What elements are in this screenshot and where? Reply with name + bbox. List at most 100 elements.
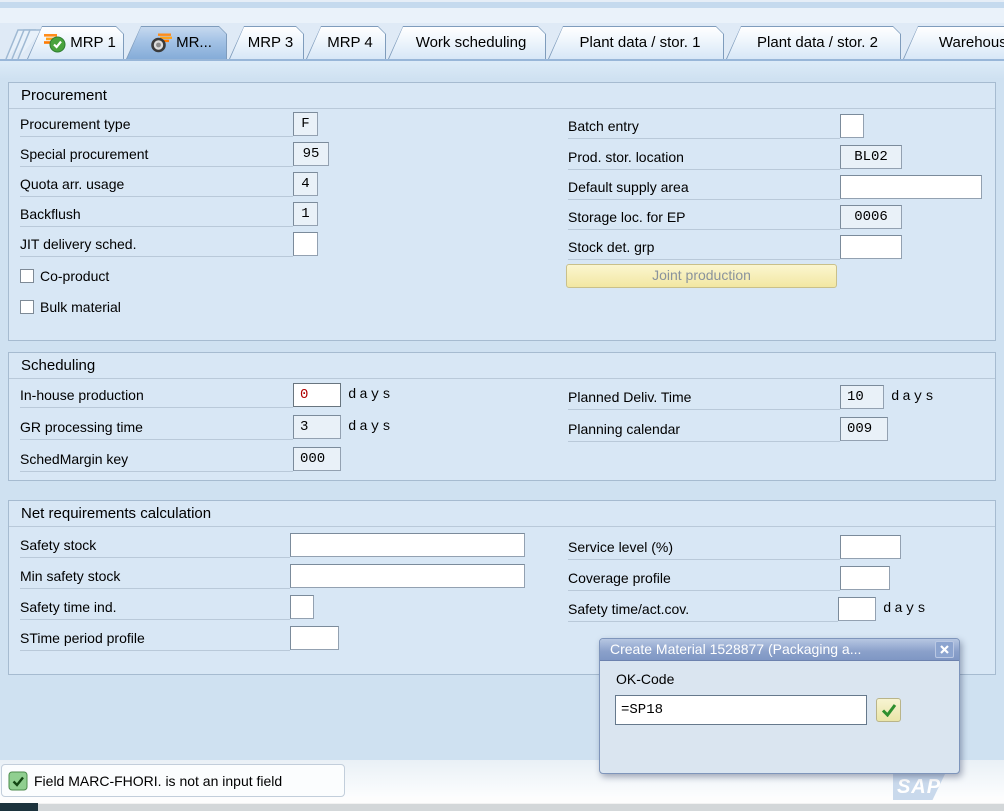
ok-code-input[interactable] bbox=[615, 695, 867, 725]
tab-label: MRP 1 bbox=[70, 34, 116, 51]
field-row-backflush: Backflush 1 bbox=[20, 201, 318, 227]
tab-mrp3[interactable]: MRP 3 bbox=[229, 26, 304, 59]
field-row-stock-det-grp: Stock det. grp bbox=[568, 234, 902, 260]
sap-mrp2-screen: MRP 1 MR... MRP 3 bbox=[0, 0, 1004, 811]
field-label: GR processing time bbox=[20, 414, 293, 440]
tab-mrp4[interactable]: MRP 4 bbox=[306, 26, 386, 59]
status-ok-icon bbox=[43, 33, 67, 53]
field-row-safety-stock: Safety stock bbox=[20, 532, 525, 558]
tab-plant-data-stor-1[interactable]: Plant data / stor. 1 bbox=[548, 26, 724, 59]
checkbox-label: Co-product bbox=[40, 268, 109, 284]
success-check-icon bbox=[8, 771, 28, 791]
taskbar-start-block[interactable] bbox=[0, 803, 38, 811]
field-label: Safety time ind. bbox=[20, 594, 290, 620]
field-row-safety-time-ind: Safety time ind. bbox=[20, 594, 314, 620]
field-label: JIT delivery sched. bbox=[20, 231, 293, 257]
tab-mrp1[interactable]: MRP 1 bbox=[27, 26, 124, 59]
storage-loc-for-ep-field[interactable]: 0006 bbox=[840, 205, 902, 229]
tab-mrp2-active[interactable]: MR... bbox=[126, 26, 227, 59]
scheduling-title: Scheduling bbox=[9, 353, 995, 379]
field-row-storage-loc-for-ep: Storage loc. for EP 0006 bbox=[568, 204, 902, 230]
content-top-fade bbox=[0, 61, 1004, 79]
field-label: Planning calendar bbox=[568, 416, 840, 442]
above-tabs-band bbox=[0, 8, 1004, 23]
stime-period-profile-field[interactable] bbox=[290, 626, 339, 650]
checkbox-label: Bulk material bbox=[40, 299, 121, 315]
gr-processing-time-field[interactable]: 3 bbox=[293, 415, 341, 439]
field-row-gr-processing-time: GR processing time 3 days bbox=[20, 414, 394, 440]
field-row-batch-entry: Batch entry bbox=[568, 113, 864, 139]
special-procurement-field[interactable]: 95 bbox=[293, 142, 329, 166]
field-row-in-house-production: In-house production 0 days bbox=[20, 382, 394, 408]
tab-plant-data-stor-2[interactable]: Plant data / stor. 2 bbox=[726, 26, 901, 59]
field-label: Special procurement bbox=[20, 141, 293, 167]
safety-time-act-cov-field[interactable] bbox=[838, 597, 876, 621]
field-row-default-supply-area: Default supply area bbox=[568, 174, 982, 200]
bulk-material-row: Bulk material bbox=[20, 294, 121, 320]
planning-calendar-field[interactable]: 009 bbox=[840, 417, 888, 441]
close-icon[interactable] bbox=[935, 641, 954, 658]
field-label: In-house production bbox=[20, 382, 293, 408]
field-label: Stock det. grp bbox=[568, 234, 840, 260]
field-label: Safety stock bbox=[20, 532, 290, 558]
tab-label: Plant data / stor. 1 bbox=[580, 34, 701, 51]
joint-production-button[interactable]: Joint production bbox=[566, 264, 837, 288]
field-label: Storage loc. for EP bbox=[568, 204, 840, 230]
procurement-type-field[interactable]: F bbox=[293, 112, 318, 136]
bulk-material-checkbox[interactable] bbox=[20, 300, 34, 314]
backflush-field[interactable]: 1 bbox=[293, 202, 318, 226]
net-requirements-title: Net requirements calculation bbox=[9, 501, 995, 527]
batch-entry-field[interactable] bbox=[840, 114, 864, 138]
in-house-production-field[interactable]: 0 bbox=[293, 383, 341, 407]
tab-work-scheduling[interactable]: Work scheduling bbox=[388, 26, 546, 59]
field-row-min-safety-stock: Min safety stock bbox=[20, 563, 525, 589]
tab-label: MR... bbox=[176, 34, 212, 51]
field-row-schedmargin-key: SchedMargin key 000 bbox=[20, 446, 341, 472]
jit-delivery-sched-field[interactable] bbox=[293, 232, 318, 256]
tab-label: Plant data / stor. 2 bbox=[757, 34, 878, 51]
coverage-profile-field[interactable] bbox=[840, 566, 890, 590]
taskbar[interactable] bbox=[0, 803, 1004, 811]
tab-warehouse[interactable]: Warehouse bbox=[903, 26, 1004, 59]
ok-code-label: OK-Code bbox=[616, 671, 674, 687]
tab-label: Work scheduling bbox=[416, 34, 527, 51]
prod-stor-location-field[interactable]: BL02 bbox=[840, 145, 902, 169]
stock-det-grp-field[interactable] bbox=[840, 235, 902, 259]
field-row-stime-period-profile: STime period profile bbox=[20, 625, 339, 651]
dialog-title-text: Create Material 1528877 (Packaging a... bbox=[610, 641, 861, 657]
field-label: Coverage profile bbox=[568, 565, 840, 591]
quota-arr-usage-field[interactable]: 4 bbox=[293, 172, 318, 196]
planned-deliv-time-field[interactable]: 10 bbox=[840, 385, 884, 409]
unit-label: days bbox=[891, 389, 937, 405]
co-product-row: Co-product bbox=[20, 263, 109, 289]
status-message-box: Field MARC-FHORI. is not an input field bbox=[1, 764, 345, 797]
confirm-button[interactable] bbox=[876, 698, 901, 722]
field-label: STime period profile bbox=[20, 625, 290, 651]
field-row-planning-calendar: Planning calendar 009 bbox=[568, 416, 888, 442]
tab-strip: MRP 1 MR... MRP 3 bbox=[0, 23, 1004, 61]
field-label: Service level (%) bbox=[568, 534, 840, 560]
field-row-service-level: Service level (%) bbox=[568, 534, 901, 560]
dialog-title-bar[interactable]: Create Material 1528877 (Packaging a... bbox=[600, 639, 959, 661]
tab-label: MRP 3 bbox=[248, 34, 294, 51]
min-safety-stock-field[interactable] bbox=[290, 564, 525, 588]
field-label: Quota arr. usage bbox=[20, 171, 293, 197]
co-product-checkbox[interactable] bbox=[20, 269, 34, 283]
safety-stock-field[interactable] bbox=[290, 533, 525, 557]
unit-label: days bbox=[348, 419, 394, 435]
field-row-coverage-profile: Coverage profile bbox=[568, 565, 890, 591]
field-label: SchedMargin key bbox=[20, 446, 293, 472]
default-supply-area-field[interactable] bbox=[840, 175, 982, 199]
service-level-field[interactable] bbox=[840, 535, 901, 559]
tab-label: MRP 4 bbox=[327, 34, 373, 51]
field-row-special-procurement: Special procurement 95 bbox=[20, 141, 329, 167]
field-row-jit-delivery-sched: JIT delivery sched. bbox=[20, 231, 318, 257]
field-row-procurement-type: Procurement type F bbox=[20, 111, 318, 137]
field-row-quota-arr-usage: Quota arr. usage 4 bbox=[20, 171, 318, 197]
field-label: Safety time/act.cov. bbox=[568, 596, 838, 622]
safety-time-ind-field[interactable] bbox=[290, 595, 314, 619]
status-busy-icon bbox=[149, 33, 173, 53]
schedmargin-key-field[interactable]: 000 bbox=[293, 447, 341, 471]
field-label: Prod. stor. location bbox=[568, 144, 840, 170]
unit-label: days bbox=[883, 601, 929, 617]
